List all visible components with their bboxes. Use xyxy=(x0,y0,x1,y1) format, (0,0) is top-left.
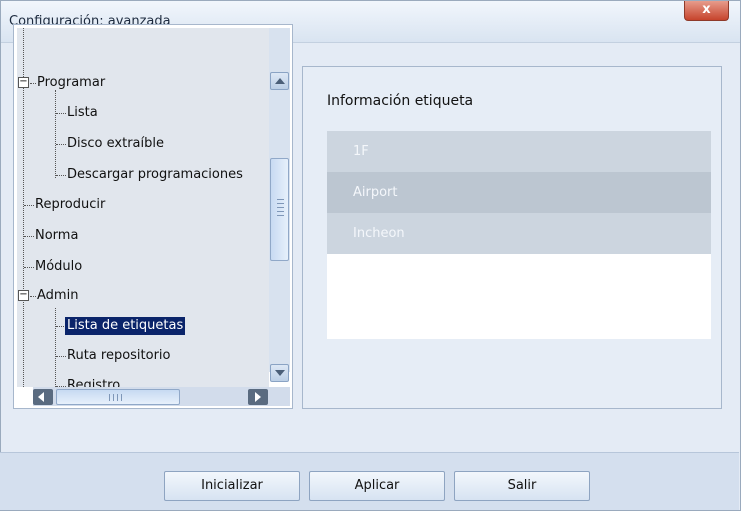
tag-row[interactable]: 1F xyxy=(327,131,711,172)
grip-line xyxy=(113,394,114,401)
exit-button[interactable]: Salir xyxy=(454,471,590,501)
tree-node-disco-extraible[interactable]: Disco extraíble xyxy=(65,135,166,153)
tree-node-ruta-repositorio[interactable]: Ruta repositorio xyxy=(65,347,173,365)
grip-line xyxy=(277,199,284,200)
initialize-button[interactable]: Inicializar xyxy=(164,471,300,501)
tree-node-registro[interactable]: Registro xyxy=(65,377,122,387)
scrollbar-corner xyxy=(269,387,290,406)
tree-node-norma[interactable]: Norma xyxy=(33,227,80,245)
tree-node-programar[interactable]: Programar xyxy=(35,74,107,92)
grip-line xyxy=(109,394,110,401)
grip-line xyxy=(277,211,284,212)
tree-node-descargar-programaciones[interactable]: Descargar programaciones xyxy=(65,166,245,184)
scroll-up-button[interactable] xyxy=(270,72,289,90)
grip-line xyxy=(277,207,284,208)
apply-button[interactable]: Aplicar xyxy=(309,471,445,501)
scroll-down-button[interactable] xyxy=(270,364,289,382)
panel-title: Información etiqueta xyxy=(327,93,474,109)
tree-connector xyxy=(55,90,56,178)
arrow-down-icon xyxy=(275,370,285,376)
tree-node-reproducir[interactable]: Reproducir xyxy=(33,196,107,214)
tree-node-admin[interactable]: Admin xyxy=(35,287,80,305)
tag-row[interactable]: Incheon xyxy=(327,213,711,254)
grip-line xyxy=(117,394,118,401)
arrow-right-icon xyxy=(255,392,261,402)
vertical-scroll-thumb[interactable] xyxy=(270,158,289,261)
settings-tree[interactable]: − Programar Lista Disco extraíble Descar… xyxy=(17,28,269,387)
horizontal-scroll-thumb[interactable] xyxy=(56,389,180,405)
grip-line xyxy=(121,394,122,401)
arrow-left-icon xyxy=(38,392,44,402)
tree-node-lista-de-etiquetas[interactable]: Lista de etiquetas xyxy=(65,317,186,335)
tag-list[interactable]: 1F Airport Incheon xyxy=(327,131,711,339)
scroll-right-button[interactable] xyxy=(248,389,268,405)
grip-line xyxy=(277,203,284,204)
tree-connector xyxy=(55,308,56,387)
grip-line xyxy=(277,215,284,216)
collapse-icon[interactable]: − xyxy=(18,290,29,301)
arrow-up-icon xyxy=(275,78,285,84)
tree-node-modulo[interactable]: Módulo xyxy=(33,258,84,276)
tree-node-lista[interactable]: Lista xyxy=(65,104,100,122)
close-button[interactable]: x xyxy=(684,1,729,21)
collapse-icon[interactable]: − xyxy=(18,77,29,88)
scroll-left-button[interactable] xyxy=(33,389,53,405)
tag-row[interactable]: Airport xyxy=(327,172,711,213)
